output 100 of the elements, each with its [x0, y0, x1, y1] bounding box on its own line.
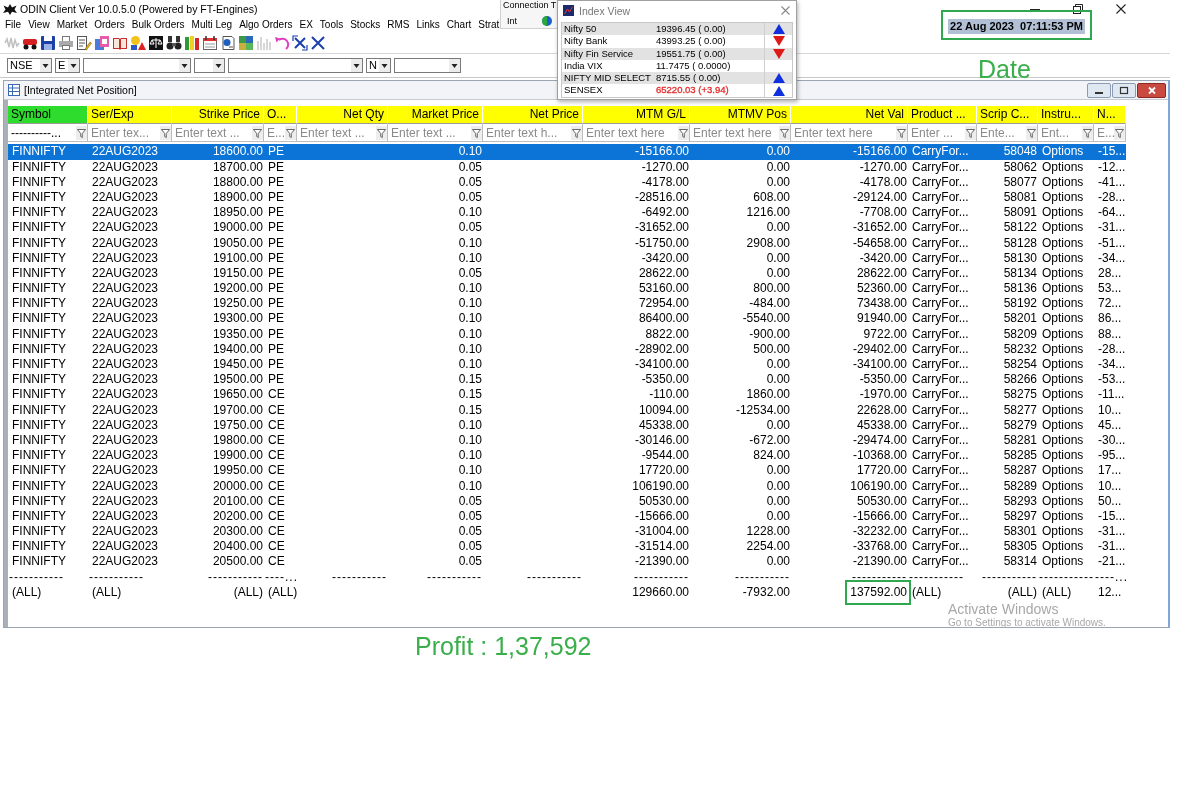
column-header[interactable]: Net Qty [297, 106, 388, 124]
filter-icon[interactable] [252, 125, 263, 140]
dropdown[interactable]: N [366, 58, 391, 73]
map-icon[interactable] [238, 35, 254, 51]
table-row[interactable]: FINNIFTY 22AUG2023 19300.00 PE 0.10 86400.00 -5540.00 91940.00 CarryFor... 58201 Options 86... [8, 311, 1126, 327]
column-header[interactable]: Product ... [908, 106, 977, 124]
menu-item[interactable]: Stocks [347, 18, 384, 32]
calendar-icon[interactable] [202, 35, 218, 51]
table-row[interactable]: FINNIFTY 22AUG2023 20400.00 CE 0.05 -31514.00 2254.00 -33768.00 CarryFor... 58305 Options -31... [8, 539, 1126, 555]
dropdown[interactable] [228, 58, 363, 73]
menu-item[interactable]: EX [296, 18, 316, 32]
table-row[interactable]: FINNIFTY 22AUG2023 18950.00 PE 0.10 -6492.00 1216.00 -7708.00 CarryFor... 58091 Options -64... [8, 205, 1126, 221]
menu-item[interactable]: Chart [443, 18, 475, 32]
column-header[interactable]: MTMV Pos [690, 106, 791, 124]
caret-icon[interactable] [40, 59, 51, 72]
caret-icon[interactable] [213, 59, 224, 72]
filter-icon[interactable] [1082, 125, 1093, 140]
close-icon[interactable] [1115, 3, 1126, 14]
column-header[interactable]: Strike Price [172, 106, 264, 124]
filter-icon[interactable] [285, 125, 296, 140]
table-row[interactable]: FINNIFTY 22AUG2023 19750.00 CE 0.10 45338.00 0.00 45338.00 CarryFor... 58279 Options 45... [8, 417, 1126, 433]
filter-icon[interactable] [1026, 125, 1037, 140]
cards-icon[interactable] [94, 35, 110, 51]
filter-icon[interactable] [571, 125, 582, 140]
table-row[interactable]: FINNIFTY 22AUG2023 18900.00 PE 0.05 -28516.00 608.00 -29124.00 CarryFor... 58081 Options -28... [8, 189, 1126, 206]
minimize-button[interactable] [1087, 82, 1111, 98]
column-header[interactable]: Symbol [8, 106, 88, 124]
table-row[interactable]: FINNIFTY 22AUG2023 19000.00 PE 0.05 -31652.00 0.00 -31652.00 CarryFor... 58122 Options -31... [8, 220, 1126, 236]
dropdown[interactable] [194, 58, 225, 73]
filter-icon[interactable] [896, 125, 907, 140]
column-header[interactable]: Net Val [791, 106, 908, 124]
table-row[interactable]: FINNIFTY 22AUG2023 19400.00 PE 0.10 -28902.00 500.00 -29402.00 CarryFor... 58232 Options -28... [8, 341, 1126, 357]
menu-item[interactable]: RMS [384, 18, 413, 32]
table-row[interactable]: FINNIFTY 22AUG2023 20200.00 CE 0.05 -15666.00 0.00 -15666.00 CarryFor... 58297 Options -15... [8, 508, 1126, 525]
caret-icon[interactable] [379, 59, 390, 72]
filter-icon[interactable] [376, 125, 387, 140]
menu-item[interactable]: File [2, 18, 25, 32]
table-row[interactable]: FINNIFTY 22AUG2023 19350.00 PE 0.10 8822.00 -900.00 9722.00 CarryFor... 58209 Options 88... [8, 326, 1126, 342]
menu-item[interactable]: View [25, 18, 53, 32]
column-header[interactable]: Scrip C... [977, 106, 1038, 124]
table-row[interactable]: FINNIFTY 22AUG2023 18700.00 PE 0.05 -1270.00 0.00 -1270.00 CarryFor... 58062 Options -12... [8, 159, 1126, 175]
dropdown[interactable]: NSE [7, 58, 52, 73]
table-row[interactable]: FINNIFTY 22AUG2023 19900.00 CE 0.10 -9544.00 824.00 -10368.00 CarryFor... 58285 Options -95... [8, 448, 1126, 464]
column-header[interactable]: O... [264, 106, 297, 124]
filter-field[interactable]: Enter text here [791, 124, 896, 141]
menu-item[interactable]: Bulk Orders [128, 18, 188, 32]
menu-item[interactable]: Strat [475, 18, 503, 32]
table-row[interactable]: FINNIFTY 22AUG2023 20100.00 CE 0.05 50530.00 0.00 50530.00 CarryFor... 58293 Options 50... [8, 493, 1126, 509]
edit-note-icon[interactable] [76, 35, 92, 51]
menu-item[interactable]: Links [413, 18, 443, 32]
close-button[interactable] [1137, 82, 1166, 98]
filter-icon[interactable] [471, 125, 482, 140]
filter-icon[interactable] [76, 125, 87, 140]
filter-icon[interactable] [1114, 125, 1125, 140]
cross-arrows-icon[interactable] [292, 35, 308, 51]
restore-icon[interactable] [1072, 3, 1083, 14]
table-row[interactable]: FINNIFTY 22AUG2023 19450.00 PE 0.10 -34100.00 0.00 -34100.00 CarryFor... 58254 Options -34... [8, 357, 1126, 373]
caret-icon[interactable] [68, 59, 79, 72]
cross-icon[interactable] [310, 35, 326, 51]
table-row[interactable]: FINNIFTY 22AUG2023 19800.00 CE 0.10 -30146.00 -672.00 -29474.00 CarryFor... 58281 Options -30... [8, 432, 1126, 449]
table-row[interactable]: FINNIFTY 22AUG2023 19100.00 PE 0.10 -3420.00 0.00 -3420.00 CarryFor... 58130 Options -34... [8, 250, 1126, 266]
column-header[interactable]: N... [1094, 106, 1126, 124]
dropdown[interactable]: E [55, 58, 80, 73]
filter-icon[interactable] [965, 125, 976, 140]
table-row[interactable]: FINNIFTY 22AUG2023 19650.00 CE 0.15 -110.00 1860.00 -1970.00 CarryFor... 58275 Options -11... [8, 387, 1126, 403]
menu-item[interactable]: Orders [91, 18, 128, 32]
book-icon[interactable] [112, 35, 128, 51]
filter-icon[interactable] [678, 125, 689, 140]
column-header[interactable]: Net Price [483, 106, 583, 124]
table-row[interactable]: FINNIFTY 22AUG2023 19050.00 PE 0.10 -51750.00 2908.00 -54658.00 CarryFor... 58128 Options -51... [8, 235, 1126, 251]
filter-field[interactable]: Enter text ... [172, 124, 252, 141]
table-row[interactable]: FINNIFTY 22AUG2023 20300.00 CE 0.05 -31004.00 1228.00 -32232.00 CarryFor... 58301 Options -31... [8, 524, 1126, 540]
table-row[interactable]: FINNIFTY 22AUG2023 19500.00 PE 0.15 -5350.00 0.00 -5350.00 CarryFor... 58266 Options -53... [8, 372, 1126, 388]
color-bars-icon[interactable] [184, 35, 200, 51]
menu-item[interactable]: Tools [316, 18, 347, 32]
maximize-button[interactable] [1112, 82, 1136, 98]
menu-item[interactable]: Multi Leg [188, 18, 236, 32]
table-row[interactable]: FINNIFTY 22AUG2023 18800.00 PE 0.05 -4178.00 0.00 -4178.00 CarryFor... 58077 Options -41... [8, 174, 1126, 190]
dropdown[interactable] [394, 58, 461, 73]
table-row[interactable]: FINNIFTY 22AUG2023 19950.00 CE 0.10 17720.00 0.00 17720.00 CarryFor... 58287 Options 17... [8, 463, 1126, 479]
printer-icon[interactable] [58, 35, 74, 51]
binoculars-icon[interactable] [166, 35, 182, 51]
undo-icon[interactable] [274, 35, 290, 51]
maximize-icon[interactable] [1119, 85, 1129, 95]
caret-icon[interactable] [179, 59, 190, 72]
table-row[interactable]: FINNIFTY 22AUG2023 20000.00 CE 0.10 106190.00 0.00 106190.00 CarryFor... 58289 Options 10... [8, 478, 1126, 494]
menu-item[interactable]: Algo Orders [236, 18, 296, 32]
table-row[interactable]: FINNIFTY 22AUG2023 19700.00 CE 0.15 10094.00 -12534.00 22628.00 CarryFor... 58277 Options 10... [8, 402, 1126, 418]
filter-icon[interactable] [779, 125, 790, 140]
column-header[interactable]: Market Price [388, 106, 483, 124]
caret-icon[interactable] [449, 59, 460, 72]
menu-item[interactable]: Market [53, 18, 91, 32]
column-header[interactable]: Instru... [1038, 106, 1094, 124]
filter-icon[interactable] [160, 125, 171, 140]
scale-icon[interactable] [148, 35, 164, 51]
caret-icon[interactable] [351, 59, 362, 72]
table-row[interactable]: FINNIFTY 22AUG2023 19200.00 PE 0.10 53160.00 800.00 52360.00 CarryFor... 58136 Options 53... [8, 281, 1126, 297]
column-header[interactable]: Ser/Exp [88, 106, 172, 124]
filter-field[interactable]: ----------... [8, 124, 76, 141]
dropdown[interactable] [83, 58, 191, 73]
